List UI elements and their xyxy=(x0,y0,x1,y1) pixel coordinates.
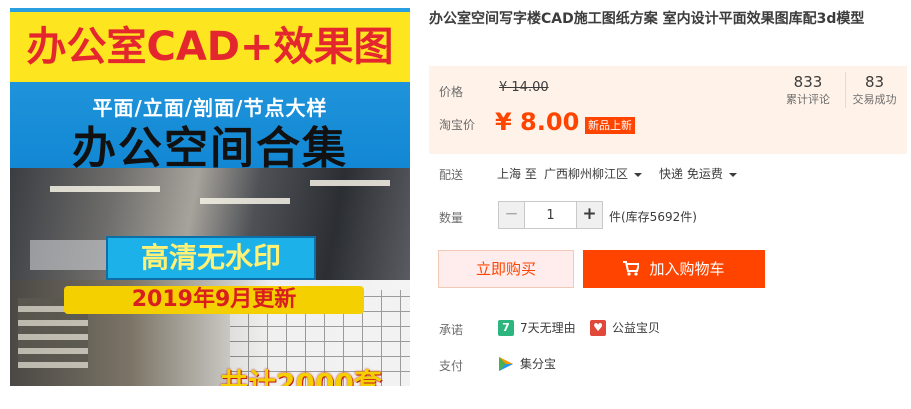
payment-method-text: 集分宝 xyxy=(520,357,557,371)
stock-info: 件(库存5692件) xyxy=(609,210,697,224)
image-collection-text: 办公空间合集 xyxy=(72,123,348,174)
shipping-method-select[interactable]: 快递 免运费 xyxy=(659,165,737,182)
seven-day-return-icon: 7 xyxy=(498,319,514,336)
sales-stat: 83 交易成功 xyxy=(845,72,903,108)
payment-jifenbao[interactable]: 集分宝 xyxy=(498,355,556,372)
promise-label: 承诺 xyxy=(439,323,464,337)
promise-7day-return[interactable]: 7 7天无理由 xyxy=(498,319,576,336)
payment-label: 支付 xyxy=(439,359,464,373)
sales-label: 交易成功 xyxy=(852,93,897,106)
original-price: ¥ 14.00 xyxy=(499,80,549,95)
new-arrival-badge: 新品上新 xyxy=(585,117,635,134)
charity-icon: ♥ xyxy=(590,319,606,336)
shopping-cart-icon xyxy=(623,260,640,276)
reviews-label: 累计评论 xyxy=(786,93,830,106)
reviews-stat[interactable]: 833 累计评论 xyxy=(781,72,835,108)
quantity-increase-button[interactable]: + xyxy=(576,202,602,228)
taobao-price-label: 淘宝价 xyxy=(439,118,476,132)
product-title: 办公室空间写字楼CAD施工图纸方案 室内设计平面效果图库配3d模型 xyxy=(429,11,865,27)
chevron-down-icon xyxy=(728,172,737,177)
shipping-destination-text: 广西柳州柳江区 xyxy=(544,167,629,181)
promise-charity[interactable]: ♥ 公益宝贝 xyxy=(590,319,660,336)
hd-no-watermark-label: 高清无水印 xyxy=(106,236,316,280)
shipping-destination-select[interactable]: 广西柳州柳江区 xyxy=(544,165,643,182)
shipping-from: 上海 至 xyxy=(497,167,537,181)
price-label: 价格 xyxy=(439,85,464,99)
sales-count: 83 xyxy=(864,73,885,91)
jifenbao-icon xyxy=(499,356,513,371)
product-main-image[interactable]: 办公室CAD+效果图 平面/立面/剖面/节点大样 办公空间合集 高清无水印 20… xyxy=(10,8,410,386)
image-title-strip: 办公室CAD+效果图 xyxy=(10,12,410,82)
image-title-text: 办公室CAD+效果图 xyxy=(26,24,394,70)
total-count-label: 共计2000套 xyxy=(220,367,382,386)
reviews-count: 833 xyxy=(793,73,823,91)
shipping-label: 配送 xyxy=(439,168,464,182)
promise-7day-text: 7天无理由 xyxy=(520,321,576,335)
promise-charity-text: 公益宝贝 xyxy=(612,321,661,335)
add-to-cart-button[interactable]: 加入购物车 xyxy=(583,250,765,288)
quantity-stepper: − + xyxy=(498,201,603,229)
update-date-label: 2019年9月更新 xyxy=(64,286,364,314)
current-price: ¥ 8.00 xyxy=(495,108,580,136)
quantity-input[interactable] xyxy=(525,202,576,228)
price-panel: 价格 ¥ 14.00 淘宝价 ¥ 8.00 新品上新 833 累计评论 83 交… xyxy=(429,66,907,154)
add-to-cart-label: 加入购物车 xyxy=(649,260,725,278)
shipping-method-text: 快递 免运费 xyxy=(659,167,723,181)
quantity-label: 数量 xyxy=(439,211,464,225)
chevron-down-icon xyxy=(634,172,643,177)
buy-now-button[interactable]: 立即购买 xyxy=(438,250,574,288)
quantity-decrease-button[interactable]: − xyxy=(499,202,525,228)
